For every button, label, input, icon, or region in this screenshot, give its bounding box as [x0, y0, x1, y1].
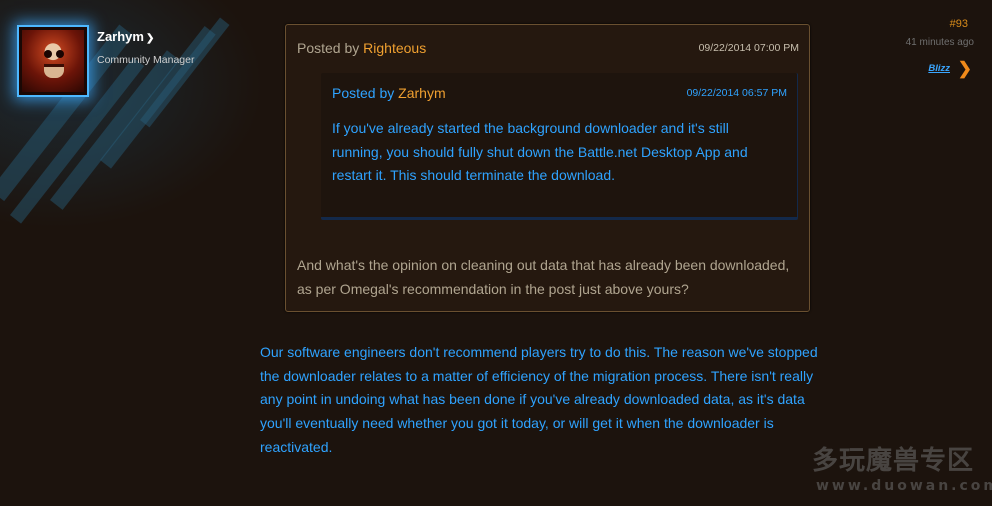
outer-quote-date: 09/22/2014 07:00 PM [698, 42, 799, 54]
outer-quote-text: And what's the opinion on cleaning out d… [297, 257, 790, 297]
outer-quote-block: Posted by Righteous 09/22/2014 07:00 PM … [285, 24, 810, 312]
blizz-post-link[interactable]: Blizz [928, 63, 950, 74]
poster-title: Community Manager [97, 54, 195, 66]
site-watermark: 多玩魔兽专区 www.duowan.com [812, 440, 992, 494]
poster-name-link[interactable]: Zarhym ❯ [97, 29, 154, 44]
inner-quote-date: 09/22/2014 06:57 PM [686, 87, 787, 99]
post-number-link[interactable]: #93 [950, 18, 968, 30]
inner-quote-block: Posted by Zarhym 09/22/2014 06:57 PM If … [321, 73, 798, 220]
avatar[interactable] [17, 25, 89, 97]
inner-quote-author-link[interactable]: Zarhym [398, 85, 445, 101]
watermark-site-url: www.duowan.com [816, 478, 992, 494]
chevron-down-icon[interactable]: ❯ [146, 33, 154, 44]
post-timestamp: 41 minutes ago [905, 37, 974, 48]
reply-text: Our software engineers don't recommend p… [260, 344, 818, 455]
poster-name: Zarhym [97, 29, 144, 44]
chevron-right-icon[interactable]: ❯ [958, 59, 972, 79]
outer-quote-author-link[interactable]: Righteous [363, 40, 426, 56]
skull-avatar-icon [22, 30, 84, 92]
inner-quote-posted-by: Posted by [332, 85, 395, 101]
outer-quote-posted-by: Posted by [297, 40, 360, 56]
inner-quote-header: Posted by Zarhym [332, 85, 446, 101]
watermark-site-name: 多玩魔兽专区 [812, 446, 975, 476]
outer-quote-header: Posted by Righteous [297, 40, 426, 56]
inner-quote-text: If you've already started the background… [332, 120, 748, 183]
